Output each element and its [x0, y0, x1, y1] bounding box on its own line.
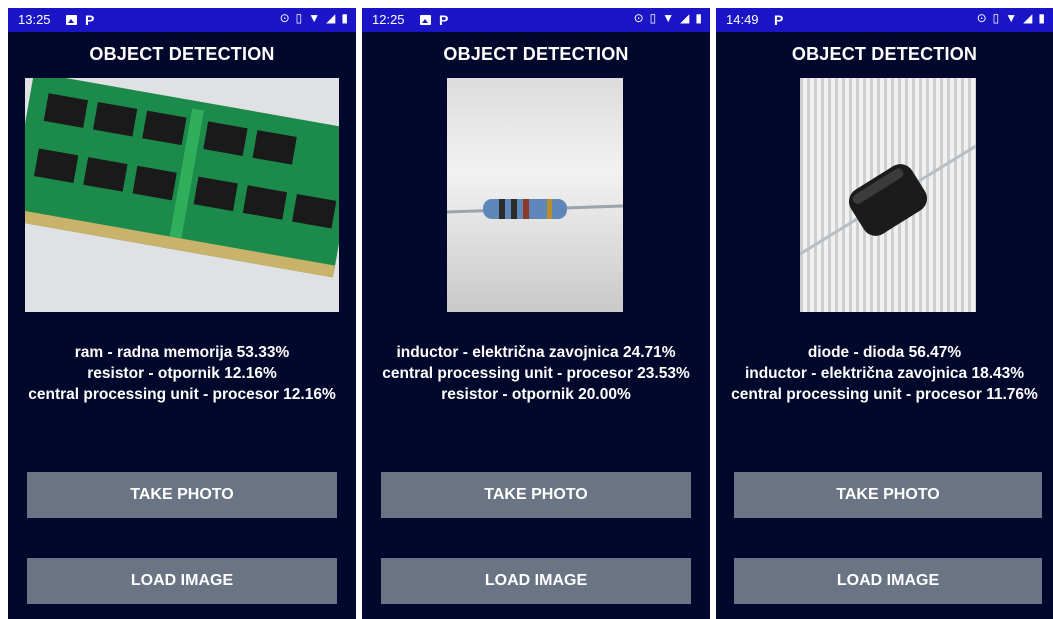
status-time: 13:25 — [18, 12, 51, 27]
vibrate-icon: ▯ — [649, 11, 657, 25]
page-title: OBJECT DETECTION — [443, 44, 629, 64]
photo-icon — [420, 15, 431, 25]
status-time: 12:25 — [372, 12, 405, 27]
take-photo-button[interactable]: TAKE PHOTO — [734, 472, 1042, 518]
detected-image-resistor — [447, 78, 623, 312]
detection-results: inductor - električna zavojnica 24.71% c… — [362, 342, 710, 405]
detected-image-diode — [800, 78, 976, 312]
status-time: 14:49 — [726, 12, 759, 27]
photo-icon — [66, 15, 77, 25]
cast-icon: ⊙ — [976, 11, 987, 25]
detection-results: diode - dioda 56.47% inductor - električ… — [716, 342, 1053, 405]
wifi-icon: ▼ — [308, 11, 321, 25]
wifi-icon: ▼ — [662, 11, 675, 25]
load-image-button[interactable]: LOAD IMAGE — [381, 558, 691, 604]
result-line: ram - radna memorija 53.33% — [74, 344, 290, 361]
parking-icon: P — [774, 12, 784, 28]
status-bar: 14:49 P ⊙ ▯ ▼ ◢ ▮ — [716, 8, 1053, 32]
wifi-icon: ▼ — [1005, 11, 1018, 25]
result-line: inductor - električna zavojnica 24.71% — [396, 344, 676, 361]
battery-icon: ▮ — [341, 11, 348, 25]
result-line: central processing unit - procesor 23.53… — [382, 365, 690, 382]
page-title: OBJECT DETECTION — [791, 44, 978, 64]
parking-icon: P — [439, 12, 449, 28]
page-title: OBJECT DETECTION — [89, 44, 275, 64]
result-line: resistor - otpornik 12.16% — [87, 365, 277, 382]
result-line: central processing unit - procesor 11.76… — [731, 386, 1038, 403]
take-photo-button[interactable]: TAKE PHOTO — [27, 472, 337, 518]
detected-image-ram — [25, 78, 339, 312]
result-line: resistor - otpornik 20.00% — [441, 386, 631, 403]
load-image-button[interactable]: LOAD IMAGE — [27, 558, 337, 604]
cast-icon: ⊙ — [633, 11, 644, 25]
phone-screen-3: 14:49 P ⊙ ▯ ▼ ◢ ▮ OBJECT DETECTION diode… — [716, 8, 1053, 619]
detection-results: ram - radna memorija 53.33% resistor - o… — [8, 342, 356, 405]
parking-icon: P — [85, 12, 95, 28]
cast-icon: ⊙ — [279, 11, 290, 25]
battery-icon: ▮ — [1038, 11, 1045, 25]
status-bar: 13:25 P ⊙ ▯ ▼ ◢ ▮ — [8, 8, 356, 32]
result-line: central processing unit - procesor 12.16… — [28, 386, 336, 403]
vibrate-icon: ▯ — [992, 11, 1000, 25]
battery-icon: ▮ — [695, 11, 702, 25]
phone-screen-1: 13:25 P ⊙ ▯ ▼ ◢ ▮ OBJECT DETECTION ram -… — [8, 8, 356, 619]
signal-icon: ◢ — [326, 11, 336, 25]
result-line: inductor - električna zavojnica 18.43% — [744, 365, 1025, 382]
phone-screen-2: 12:25 P ⊙ ▯ ▼ ◢ ▮ OBJECT DETECTION induc… — [362, 8, 710, 619]
take-photo-button[interactable]: TAKE PHOTO — [381, 472, 691, 518]
vibrate-icon: ▯ — [295, 11, 303, 25]
signal-icon: ◢ — [1023, 11, 1033, 25]
load-image-button[interactable]: LOAD IMAGE — [734, 558, 1042, 604]
signal-icon: ◢ — [680, 11, 690, 25]
status-bar: 12:25 P ⊙ ▯ ▼ ◢ ▮ — [362, 8, 710, 32]
result-line: diode - dioda 56.47% — [807, 344, 962, 361]
